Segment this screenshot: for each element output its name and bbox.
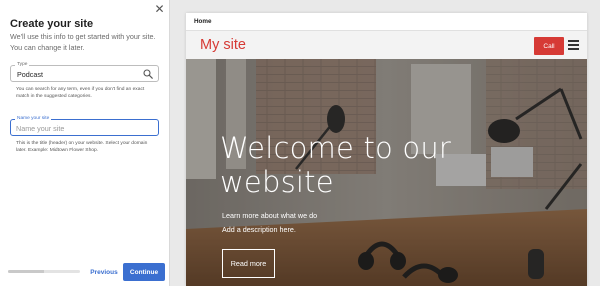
site-header: My site Call — [186, 31, 587, 59]
setup-panel: ✕ Create your site We'll use this info t… — [0, 0, 170, 286]
type-field-label: Type — [15, 62, 30, 68]
previous-button[interactable]: Previous — [86, 266, 122, 278]
read-more-button[interactable]: Read more — [222, 249, 275, 278]
continue-button[interactable]: Continue — [123, 263, 165, 281]
site-title[interactable]: My site — [200, 37, 246, 53]
hamburger-menu-icon[interactable] — [568, 40, 579, 50]
hero-subtext-1: Learn more about what we do — [222, 211, 318, 220]
hero-subtext-2: Add a description here. — [222, 225, 296, 234]
hero-section: Welcome to our website Learn more about … — [186, 59, 587, 286]
site-preview: Home My site Call Welcome to our website… — [186, 13, 587, 286]
page-tab-bar: Home — [186, 13, 587, 31]
panel-footer: Previous Continue — [0, 256, 170, 286]
type-field-helper: You can search for any term, even if you… — [16, 87, 145, 99]
site-name-field-helper: This is the title (header) on your websi… — [16, 141, 148, 153]
search-icon[interactable] — [143, 69, 153, 79]
hero-heading: Welcome to our website — [220, 131, 452, 199]
type-field[interactable]: Type Podcast — [10, 62, 159, 82]
page-tab-home[interactable]: Home — [194, 18, 212, 25]
panel-intro-text: We'll use this info to get started with … — [10, 32, 156, 52]
setup-progress-fill — [8, 270, 44, 273]
type-field-value[interactable]: Podcast — [17, 70, 43, 79]
site-name-input[interactable] — [16, 122, 146, 134]
close-icon[interactable]: ✕ — [153, 3, 166, 16]
site-name-field[interactable]: Name your site — [10, 116, 159, 136]
panel-title: Create your site — [10, 18, 94, 30]
call-button[interactable]: Call — [534, 37, 564, 55]
setup-progress-bar — [8, 270, 80, 273]
